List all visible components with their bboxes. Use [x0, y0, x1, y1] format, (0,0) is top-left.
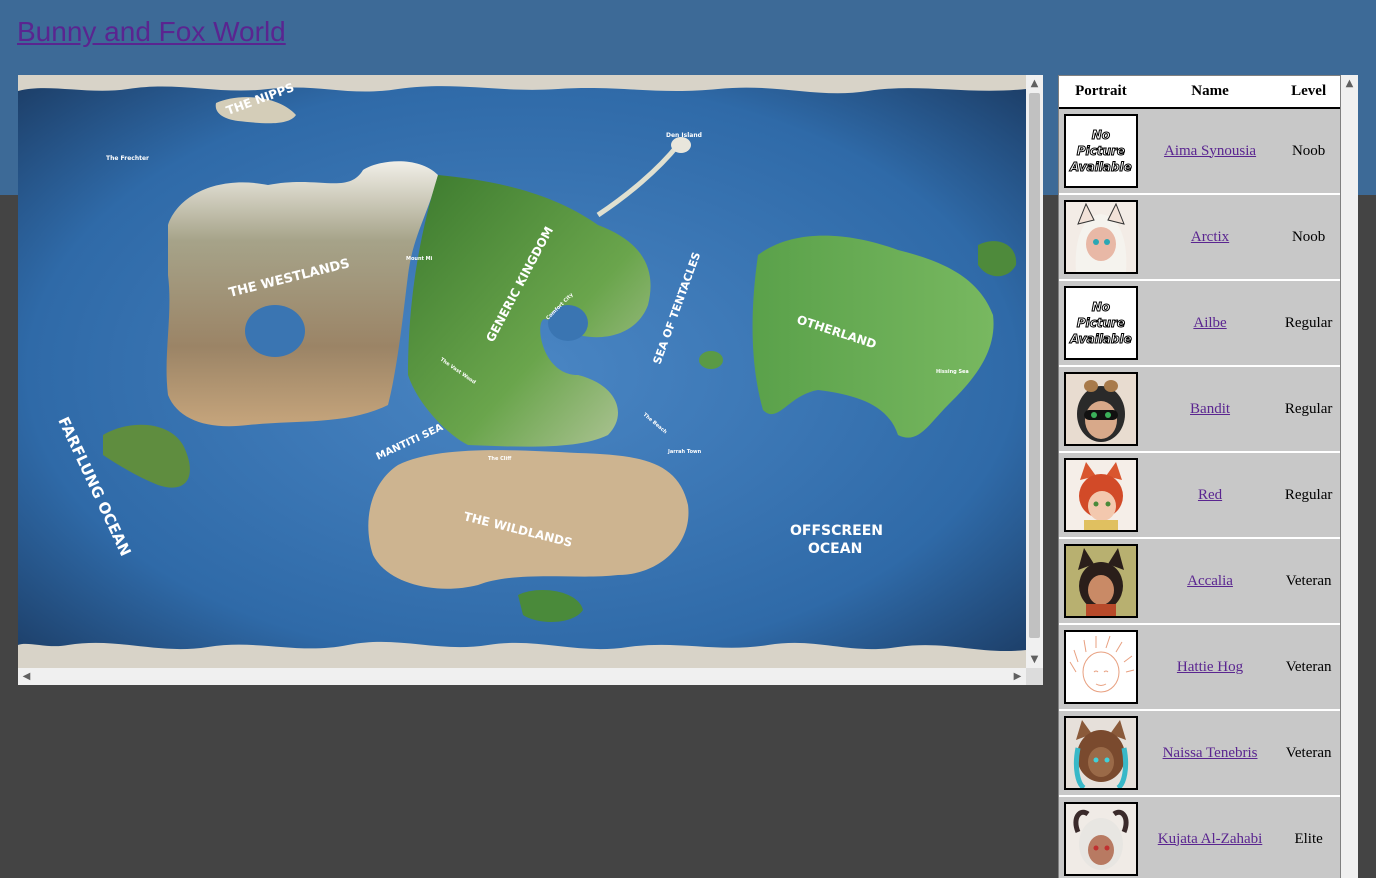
avatar[interactable]: [1063, 544, 1138, 618]
world-map[interactable]: THE NIPPS The Frechter Den Island THE WE…: [18, 75, 1026, 668]
portrait-cell: [1059, 453, 1143, 539]
character-level: Veteran: [1285, 572, 1332, 589]
portrait-cell: [1059, 711, 1143, 797]
world-map-image: THE NIPPS The Frechter Den Island THE WE…: [18, 75, 1026, 668]
map-label-hissing-sea: Hissing Sea: [936, 369, 969, 375]
name-cell: Naissa Tenebris: [1142, 711, 1278, 797]
name-cell: Aima Synousia: [1142, 109, 1278, 195]
avatar[interactable]: [1063, 630, 1138, 704]
scroll-down-arrow-icon[interactable]: ▼: [1026, 651, 1043, 668]
name-cell: Hattie Hog: [1142, 625, 1278, 711]
site-title-link[interactable]: Bunny and Fox World: [17, 16, 286, 48]
level-column-header: Level: [1277, 76, 1340, 109]
level-cell: Elite: [1277, 797, 1340, 878]
avatar[interactable]: [1063, 200, 1138, 274]
level-cell: Regular: [1277, 367, 1340, 453]
character-panel-scrollbar[interactable]: ▲: [1341, 75, 1358, 878]
name-cell: Bandit: [1142, 367, 1278, 453]
character-level: Elite: [1294, 830, 1323, 847]
character-panel[interactable]: Portrait Name Level No Picture Available…: [1058, 75, 1358, 878]
portrait-cell: [1059, 625, 1143, 711]
character-table: Portrait Name Level No Picture Available…: [1058, 75, 1341, 878]
character-name-link[interactable]: Hattie Hog: [1177, 659, 1243, 675]
character-name-link[interactable]: Bandit: [1190, 401, 1230, 417]
scroll-up-arrow-icon[interactable]: ▲: [1341, 75, 1358, 92]
level-cell: Noob: [1277, 195, 1340, 281]
portrait-cell: [1059, 367, 1143, 453]
character-level: Regular: [1284, 314, 1333, 331]
character-table-scroll-area[interactable]: Portrait Name Level No Picture Available…: [1058, 75, 1341, 878]
character-row: No Picture Available Aima Synousia Noob: [1059, 109, 1340, 195]
level-cell: Regular: [1277, 453, 1340, 539]
name-cell: Arctix: [1142, 195, 1278, 281]
no-picture-placeholder: No Picture Available: [1063, 286, 1138, 360]
character-name-link[interactable]: Red: [1198, 487, 1222, 503]
map-vertical-scroll-thumb[interactable]: [1029, 93, 1040, 638]
character-name-link[interactable]: Arctix: [1191, 229, 1229, 245]
map-horizontal-scrollbar[interactable]: ◀ ▶: [18, 668, 1026, 685]
avatar[interactable]: [1063, 372, 1138, 446]
portrait-cell: No Picture Available: [1059, 109, 1143, 195]
map-label-den-island: Den Island: [666, 132, 702, 139]
map-vertical-scrollbar[interactable]: ▲ ▼: [1026, 75, 1043, 668]
character-level: Noob: [1291, 228, 1326, 245]
portrait-cell: No Picture Available: [1059, 281, 1143, 367]
character-row: Accalia Veteran: [1059, 539, 1340, 625]
character-row: Naissa Tenebris Veteran: [1059, 711, 1340, 797]
character-name-link[interactable]: Aima Synousia: [1164, 143, 1256, 159]
no-picture-placeholder: No Picture Available: [1063, 114, 1138, 188]
character-name-link[interactable]: Accalia: [1187, 573, 1233, 589]
map-viewer[interactable]: THE NIPPS The Frechter Den Island THE WE…: [18, 75, 1043, 685]
character-level: Regular: [1284, 400, 1333, 417]
map-label-frechter: The Frechter: [106, 155, 149, 162]
portrait-cell: [1059, 797, 1143, 878]
portrait-cell: [1059, 539, 1143, 625]
level-cell: Veteran: [1277, 539, 1340, 625]
name-cell: Red: [1142, 453, 1278, 539]
character-name-link[interactable]: Ailbe: [1193, 315, 1226, 331]
character-row: Arctix Noob: [1059, 195, 1340, 281]
map-label-mount-mi: Mount Mi: [406, 256, 433, 262]
level-cell: Regular: [1277, 281, 1340, 367]
scroll-up-arrow-icon[interactable]: ▲: [1026, 75, 1043, 92]
level-cell: Veteran: [1277, 711, 1340, 797]
character-level: Noob: [1291, 142, 1326, 159]
character-row: Bandit Regular: [1059, 367, 1340, 453]
character-level: Veteran: [1285, 744, 1332, 761]
character-level: Veteran: [1285, 658, 1332, 675]
map-label-offscreen: OFFSCREEN: [790, 523, 883, 539]
portrait-column-header: Portrait: [1059, 76, 1143, 109]
level-cell: Noob: [1277, 109, 1340, 195]
map-label-jarrah-town: Jarrah Town: [667, 449, 702, 455]
character-row: No Picture Available Ailbe Regular: [1059, 281, 1340, 367]
name-cell: Ailbe: [1142, 281, 1278, 367]
name-cell: Accalia: [1142, 539, 1278, 625]
scroll-left-arrow-icon[interactable]: ◀: [18, 668, 35, 685]
avatar[interactable]: [1063, 802, 1138, 876]
scroll-right-arrow-icon[interactable]: ▶: [1009, 668, 1026, 685]
name-column-header: Name: [1142, 76, 1278, 109]
no-picture-text: No Picture Available: [1070, 128, 1133, 175]
scroll-corner: [1026, 668, 1043, 685]
character-table-header: Portrait Name Level: [1059, 76, 1340, 109]
avatar[interactable]: [1063, 458, 1138, 532]
character-row: Hattie Hog Veteran: [1059, 625, 1340, 711]
character-name-link[interactable]: Naissa Tenebris: [1163, 745, 1258, 761]
map-label-the-cliff: The Cliff: [488, 456, 512, 462]
portrait-cell: [1059, 195, 1143, 281]
level-cell: Veteran: [1277, 625, 1340, 711]
no-picture-text: No Picture Available: [1070, 300, 1133, 347]
character-name-link[interactable]: Kujata Al-Zahabi: [1158, 831, 1263, 847]
name-cell: Kujata Al-Zahabi: [1143, 797, 1277, 878]
map-label-ocean: OCEAN: [808, 541, 862, 557]
character-row: Kujata Al-Zahabi Elite: [1059, 797, 1340, 878]
character-level: Regular: [1284, 486, 1333, 503]
character-row: Red Regular: [1059, 453, 1340, 539]
avatar[interactable]: [1063, 716, 1138, 790]
